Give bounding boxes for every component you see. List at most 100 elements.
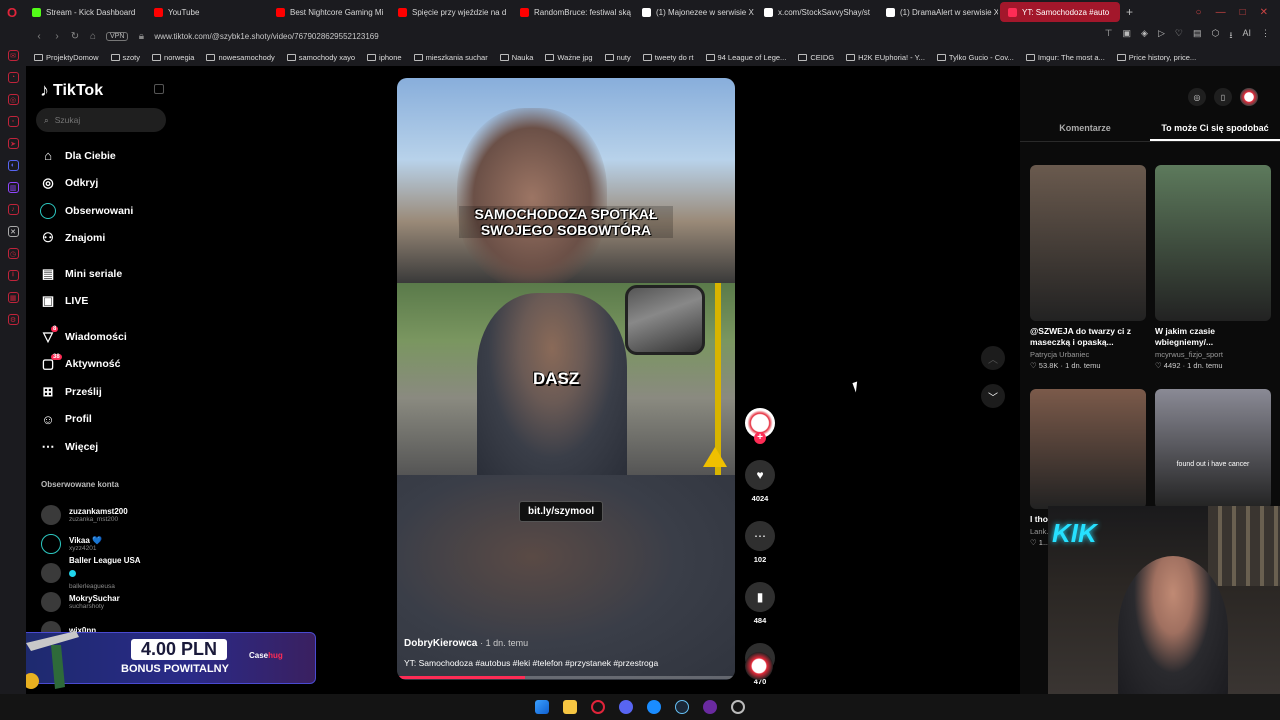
collapse-sidebar-icon[interactable] bbox=[154, 84, 164, 94]
nav-friends[interactable]: ⚇ Znajomi bbox=[40, 225, 180, 253]
obs-taskbar-icon[interactable] bbox=[703, 700, 717, 714]
bookmark-item[interactable]: Nauka bbox=[499, 53, 533, 62]
tab-recommended[interactable]: To może Ci się spodobać bbox=[1150, 120, 1280, 141]
history-icon[interactable]: ◷ bbox=[7, 248, 19, 259]
bookmark-item[interactable]: nowesamochody bbox=[206, 53, 275, 62]
settings-icon[interactable]: ⚙ bbox=[7, 314, 19, 325]
twitch-icon[interactable]: ▥ bbox=[7, 182, 19, 193]
search-input[interactable] bbox=[54, 115, 155, 125]
music-icon[interactable]: ♪ bbox=[7, 204, 19, 215]
opera-logo-icon[interactable]: O bbox=[0, 0, 24, 24]
browser-tab[interactable]: x.com/StockSavvyShay/st bbox=[756, 2, 876, 22]
follow-button[interactable]: + bbox=[754, 432, 766, 444]
bookmark-item[interactable]: Imgur: The most a... bbox=[1025, 53, 1105, 62]
browser-tab[interactable]: (1) Majonezee w serwisie X bbox=[634, 2, 754, 22]
bookmark-item[interactable]: tweety do rt bbox=[642, 53, 694, 62]
following-account[interactable]: zuzankamst200 zuzanka_mst200 bbox=[41, 500, 171, 529]
nav-mini-series[interactable]: ▤ Mini seriale bbox=[40, 260, 180, 288]
forward-button[interactable]: › bbox=[52, 31, 62, 42]
nav-messages[interactable]: ▽ 8 Wiadomości bbox=[40, 323, 180, 351]
whatsapp-icon[interactable]: ◔ bbox=[7, 72, 19, 83]
downloads-icon[interactable]: ⭳ bbox=[1229, 28, 1232, 44]
nav-upload[interactable]: ⊞ Prześlij bbox=[40, 378, 180, 406]
bookmark-item[interactable]: ProjektyDomow bbox=[34, 53, 99, 62]
bookmark-item[interactable]: Ważne jpg bbox=[545, 53, 593, 62]
snapshot-icon[interactable]: ▣ bbox=[1123, 28, 1132, 44]
browser-tab[interactable]: Spięcie przy wjeździe na d bbox=[390, 2, 510, 22]
bookmark-item[interactable]: norwegia bbox=[152, 53, 194, 62]
minimize-button[interactable]: — bbox=[1216, 7, 1226, 18]
nav-live[interactable]: ▣ LIVE bbox=[40, 288, 180, 316]
recommended-video-card[interactable]: found out i have cancer bbox=[1155, 389, 1271, 509]
next-video-button[interactable]: ﹀ bbox=[981, 384, 1005, 408]
video-thumbnail[interactable]: found out i have cancer bbox=[1155, 389, 1271, 509]
nav-for-you[interactable]: ⌂ Dla Ciebie bbox=[40, 142, 180, 170]
browser-tab[interactable]: YouTube bbox=[146, 2, 266, 22]
author-avatar[interactable]: + bbox=[745, 408, 775, 444]
save-button[interactable]: ▮ bbox=[745, 582, 775, 612]
discord-icon[interactable]: ◐ bbox=[7, 160, 19, 171]
following-account[interactable]: Vikaa 💙 xyzz4201 bbox=[41, 529, 171, 558]
browser-tab[interactable]: RandomBruce: festiwal ską bbox=[512, 2, 632, 22]
settings-taskbar-icon[interactable] bbox=[731, 700, 745, 714]
browser-tab[interactable]: Best Nightcore Gaming Mi bbox=[268, 2, 388, 22]
extensions-icon[interactable]: ⬡ bbox=[1211, 28, 1219, 44]
instagram-icon[interactable]: ◎ bbox=[7, 94, 19, 105]
video-player[interactable]: SAMOCHODOZA SPOTKAŁ SWOJEGO SOBOWTÓRA DA… bbox=[397, 78, 735, 680]
promo-banner[interactable]: 4.00 PLN BONUS POWITALNY Casehug bbox=[26, 631, 316, 689]
music-disc-icon[interactable] bbox=[745, 652, 773, 680]
messenger-icon[interactable]: ✉ bbox=[7, 50, 19, 61]
nav-profile[interactable]: ☺ Profil bbox=[40, 406, 180, 434]
video-progress-bar[interactable] bbox=[397, 676, 735, 679]
wallet-icon[interactable]: ▤ bbox=[1193, 28, 1202, 44]
ai-button[interactable]: AI bbox=[1242, 28, 1251, 44]
messenger-taskbar-icon[interactable] bbox=[647, 700, 661, 714]
card-author[interactable]: mcyrwus_fizjo_sport bbox=[1155, 350, 1271, 359]
following-account[interactable]: Baller League USA ballerleagueusa bbox=[41, 556, 171, 590]
x-icon[interactable]: ✕ bbox=[7, 226, 19, 237]
nav-more[interactable]: ⋯ Więcej bbox=[40, 433, 180, 461]
nav-explore[interactable]: ◎ Odkryj bbox=[40, 170, 180, 198]
nav-activity[interactable]: ▢ 38 Aktywność bbox=[40, 351, 180, 379]
file-explorer-icon[interactable] bbox=[563, 700, 577, 714]
device-icon[interactable]: ▯ bbox=[1214, 88, 1232, 106]
previous-video-button[interactable]: ︿ bbox=[981, 346, 1005, 370]
browser-tab[interactable]: (1) DramaAlert w serwisie X bbox=[878, 2, 998, 22]
nav-following[interactable]: Obserwowani bbox=[40, 197, 180, 225]
personal-news-icon[interactable]: ▦ bbox=[7, 292, 19, 303]
bookmark-item[interactable]: nuty bbox=[604, 53, 631, 62]
following-account[interactable]: MokrySuchar sucharshoty bbox=[41, 587, 171, 616]
opera-taskbar-icon[interactable] bbox=[591, 700, 605, 714]
video-thumbnail[interactable] bbox=[1030, 389, 1146, 509]
bookmark-item[interactable]: Tylko Gucio - Cov... bbox=[936, 53, 1014, 62]
video-author[interactable]: DobryKierowca bbox=[404, 638, 477, 649]
shield-icon[interactable]: ◈ bbox=[1141, 28, 1148, 44]
bookmark-item[interactable]: samochody xayo bbox=[286, 53, 355, 62]
home-icon[interactable]: ⌂ bbox=[88, 31, 98, 42]
url-field[interactable]: www.tiktok.com/@szybk1e.shoty/video/7679… bbox=[154, 32, 378, 41]
vpn-badge[interactable]: VPN bbox=[106, 31, 129, 41]
tab-comments[interactable]: Komentarze bbox=[1020, 120, 1150, 141]
like-button[interactable]: ♥ bbox=[745, 460, 775, 490]
downloads-sidebar-icon[interactable]: ⭳ bbox=[7, 270, 19, 281]
browser-tab[interactable]: Stream - Kick Dashboard bbox=[24, 2, 144, 22]
windows-start-icon[interactable] bbox=[535, 700, 549, 714]
browser-tab[interactable]: YT: Samochodoza #auto bbox=[1000, 2, 1120, 22]
vk-icon[interactable]: ▫ bbox=[7, 116, 19, 127]
video-thumbnail[interactable] bbox=[1030, 165, 1146, 321]
heart-icon[interactable]: ♡ bbox=[1175, 28, 1183, 44]
menu-icon[interactable]: ⋮ bbox=[1261, 28, 1270, 44]
bookmark-item[interactable]: mieszkania suchar bbox=[413, 53, 488, 62]
bookmark-item[interactable]: szoty bbox=[110, 53, 140, 62]
close-window-button[interactable]: ✕ bbox=[1260, 7, 1268, 18]
bookmark-item[interactable]: 94 League of Lege... bbox=[705, 53, 786, 62]
coins-icon[interactable]: ◎ bbox=[1188, 88, 1206, 106]
play-icon[interactable]: ▷ bbox=[1158, 28, 1165, 44]
user-avatar[interactable] bbox=[1240, 88, 1258, 106]
bookmark-item[interactable]: H2K EUphoria! - Y... bbox=[846, 53, 925, 62]
back-button[interactable]: ‹ bbox=[34, 31, 44, 42]
telegram-icon[interactable]: ➤ bbox=[7, 138, 19, 149]
steam-taskbar-icon[interactable] bbox=[675, 700, 689, 714]
comment-button[interactable]: ⋯ bbox=[745, 521, 775, 551]
tiktok-logo[interactable]: ♪ TikTok bbox=[40, 80, 103, 101]
